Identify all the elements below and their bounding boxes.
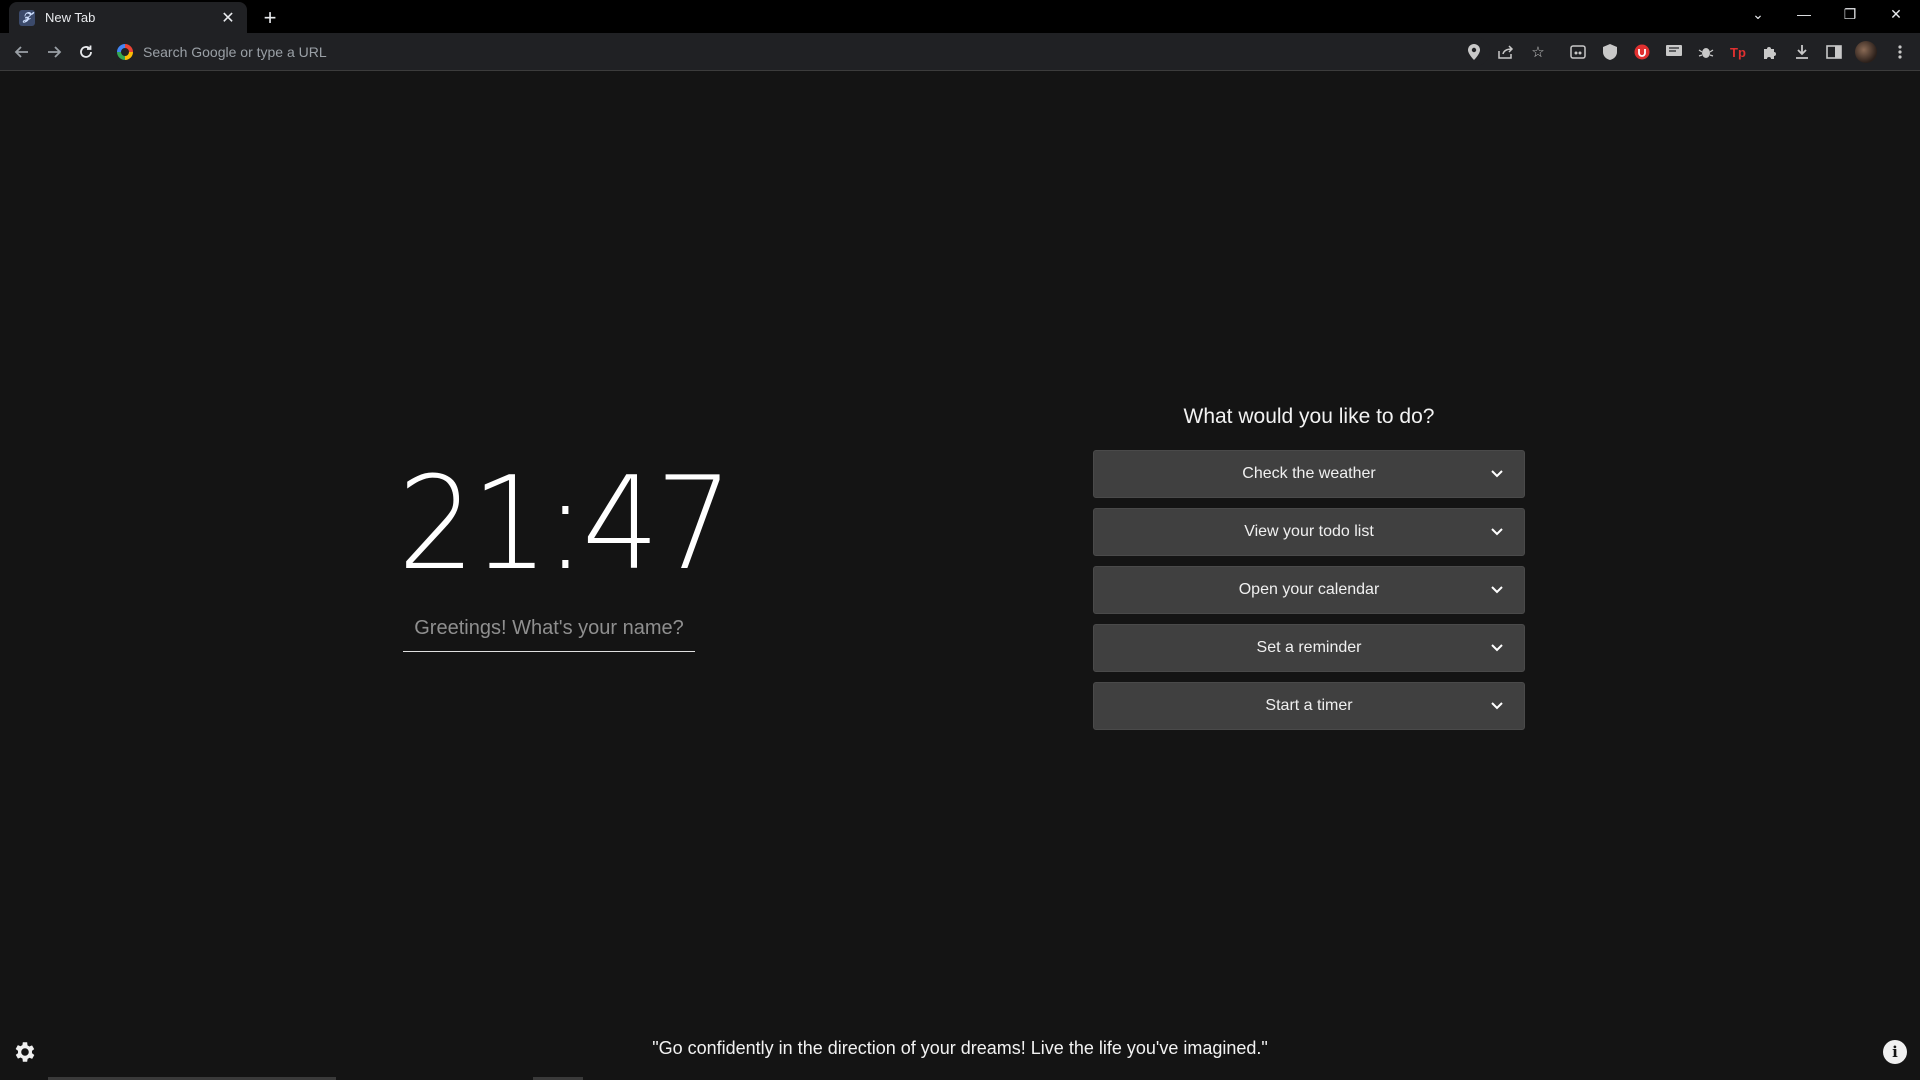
extension-icon[interactable] [1568,42,1588,62]
action-label: Check the weather [1242,465,1376,482]
name-input[interactable] [403,605,695,652]
reload-icon[interactable] [72,38,100,66]
minimize-icon[interactable]: — [1782,0,1826,28]
panel-title: What would you like to do? [1183,405,1435,428]
share-icon[interactable] [1496,42,1516,62]
action-label: View your todo list [1244,523,1374,540]
clock: 21:47 [397,450,733,599]
tab-strip: 𝓩 New Tab ✕ + ⌄ — ❐ ✕ [0,0,1920,33]
google-icon [117,43,133,60]
action-reminder[interactable]: Set a reminder [1093,624,1525,672]
bookmark-star-icon[interactable]: ☆ [1528,42,1548,62]
momentum-icon: 𝓩 [19,9,35,26]
quote[interactable]: "Go confidently in the direction of your… [0,1038,1920,1059]
omnibox-input[interactable] [141,42,1045,61]
chevron-down-icon [1491,470,1503,478]
action-todo-list[interactable]: View your todo list [1093,508,1525,556]
omnibox[interactable] [110,37,1490,66]
tab-close-icon[interactable]: ✕ [219,8,237,28]
back-arrow-icon[interactable] [8,38,36,66]
action-label: Open your calendar [1238,581,1380,598]
side-panel-icon[interactable] [1824,42,1844,62]
chevron-down-icon [1491,586,1503,594]
gear-icon[interactable] [12,1039,38,1065]
info-icon[interactable]: i [1883,1040,1907,1064]
close-window-icon[interactable]: ✕ [1874,0,1918,28]
action-label: Start a timer [1265,697,1353,714]
action-check-weather[interactable]: Check the weather [1093,450,1525,498]
download-icon[interactable] [1792,42,1812,62]
chevron-down-icon [1491,702,1503,710]
tab-title: New Tab [45,10,96,25]
profile-avatar[interactable] [1855,41,1877,63]
tp-icon[interactable]: Tp [1728,42,1748,62]
chevron-down-icon [1491,644,1503,652]
chevron-down-icon [1491,528,1503,536]
action-label: Set a reminder [1256,639,1362,656]
tab-new-tab[interactable]: 𝓩 New Tab ✕ [9,2,247,33]
bug-icon[interactable] [1696,42,1716,62]
location-icon[interactable] [1464,42,1484,62]
browser-toolbar: ☆ Tp [0,33,1920,71]
translate-icon[interactable] [1664,42,1684,62]
new-tab-button[interactable]: + [256,4,284,32]
shield-icon[interactable] [1600,42,1620,62]
tab-search-icon[interactable]: ⌄ [1736,0,1780,28]
restore-icon[interactable]: ❐ [1828,0,1872,28]
forward-arrow-icon[interactable] [40,38,68,66]
menu-icon[interactable] [1890,42,1910,62]
action-calendar[interactable]: Open your calendar [1093,566,1525,614]
ublock-icon[interactable] [1632,42,1652,62]
action-timer[interactable]: Start a timer [1093,682,1525,730]
puzzle-icon[interactable] [1760,42,1780,62]
